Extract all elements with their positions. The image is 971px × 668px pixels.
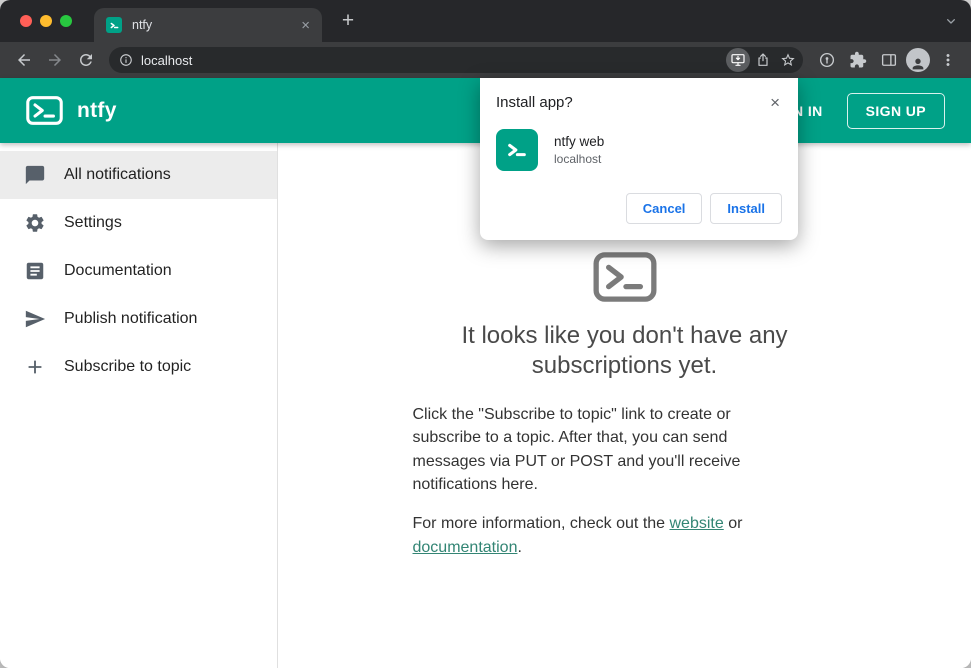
- ntfy-app-icon: [496, 129, 538, 171]
- sign-up-button[interactable]: SIGN UP: [846, 92, 945, 129]
- bookmark-star-icon[interactable]: [776, 48, 800, 72]
- browser-titlebar: ntfy × +: [0, 0, 971, 42]
- share-icon[interactable]: [751, 48, 775, 72]
- zoom-window-button[interactable]: [60, 15, 72, 27]
- url-text[interactable]: localhost: [141, 53, 718, 68]
- install-app-icon[interactable]: [726, 48, 750, 72]
- ntfy-logo-icon: [26, 96, 63, 125]
- browser-tab-ntfy[interactable]: ntfy ×: [94, 8, 322, 42]
- dialog-header: Install app? ×: [496, 94, 782, 111]
- sidebar-item-publish-notification[interactable]: Publish notification: [0, 295, 277, 343]
- extensions-puzzle-icon[interactable]: [844, 47, 871, 74]
- ntfy-terminal-icon: [593, 252, 657, 307]
- dialog-actions: Cancel Install: [496, 193, 782, 224]
- app-title: ntfy: [77, 98, 117, 122]
- more-info-middle: or: [723, 515, 743, 533]
- sidebar-item-subscribe-to-topic[interactable]: Subscribe to topic: [0, 343, 277, 391]
- more-info-suffix: .: [517, 538, 522, 556]
- close-icon[interactable]: ×: [768, 94, 782, 111]
- sidebar-item-documentation[interactable]: Documentation: [0, 247, 277, 295]
- sidebar-item-settings[interactable]: Settings: [0, 199, 277, 247]
- website-link[interactable]: website: [670, 515, 724, 532]
- gear-icon: [26, 214, 44, 232]
- cancel-button[interactable]: Cancel: [625, 193, 703, 224]
- book-icon: [26, 262, 44, 280]
- sidebar-item-label: Documentation: [64, 262, 172, 279]
- more-info-prefix: For more information, check out the: [412, 515, 670, 533]
- plus-icon: [28, 360, 42, 374]
- install-button[interactable]: Install: [710, 193, 782, 224]
- documentation-link[interactable]: documentation: [413, 539, 518, 556]
- empty-state-title: It looks like you don't have any subscri…: [461, 321, 788, 379]
- omnibox-actions: [726, 48, 800, 72]
- minimize-window-button[interactable]: [40, 15, 52, 27]
- dialog-app-name: ntfy web: [554, 134, 605, 149]
- sidebar-item-label: Subscribe to topic: [64, 358, 192, 375]
- window-controls: [20, 15, 72, 27]
- chat-bubble-icon: [25, 165, 45, 185]
- profile-avatar[interactable]: [906, 48, 930, 72]
- empty-state-body: Click the "Subscribe to topic" link to c…: [412, 405, 741, 493]
- ntfy-favicon-icon: [106, 17, 122, 33]
- close-window-button[interactable]: [20, 15, 32, 27]
- dialog-app-origin: localhost: [554, 152, 602, 166]
- sidebar-item-label: All notifications: [64, 166, 171, 183]
- tab-close-icon[interactable]: ×: [301, 18, 310, 33]
- address-bar[interactable]: localhost: [109, 47, 803, 73]
- password-manager-icon[interactable]: [813, 47, 840, 74]
- install-app-dialog: Install app? × ntfy web localhost Cancel…: [480, 78, 798, 240]
- reload-icon[interactable]: [72, 47, 99, 74]
- site-info-icon[interactable]: [119, 53, 133, 67]
- browser-menu-icon[interactable]: [934, 47, 961, 74]
- tab-title: ntfy: [132, 18, 153, 32]
- chevron-down-icon[interactable]: [943, 0, 959, 42]
- sidebar-item-label: Settings: [64, 214, 122, 231]
- browser-window: ntfy × + localhost ntfy IN SIGN UP All n…: [0, 0, 971, 668]
- new-tab-button[interactable]: +: [334, 7, 362, 35]
- dialog-app-text: ntfy web localhost: [554, 134, 604, 166]
- sidebar: All notifications Settings Documentation…: [0, 143, 278, 668]
- sidebar-item-label: Publish notification: [64, 310, 198, 327]
- empty-state-more-info: For more information, check out the webs…: [413, 512, 779, 559]
- send-icon: [25, 310, 46, 328]
- sidebar-item-all-notifications[interactable]: All notifications: [0, 151, 277, 199]
- dialog-title: Install app?: [496, 94, 573, 111]
- empty-state: It looks like you don't have any subscri…: [413, 252, 837, 559]
- browser-toolbar: localhost: [0, 42, 971, 78]
- side-panel-icon[interactable]: [875, 47, 902, 74]
- forward-icon[interactable]: [41, 47, 68, 74]
- dialog-app-row: ntfy web localhost: [496, 129, 782, 171]
- back-icon[interactable]: [10, 47, 37, 74]
